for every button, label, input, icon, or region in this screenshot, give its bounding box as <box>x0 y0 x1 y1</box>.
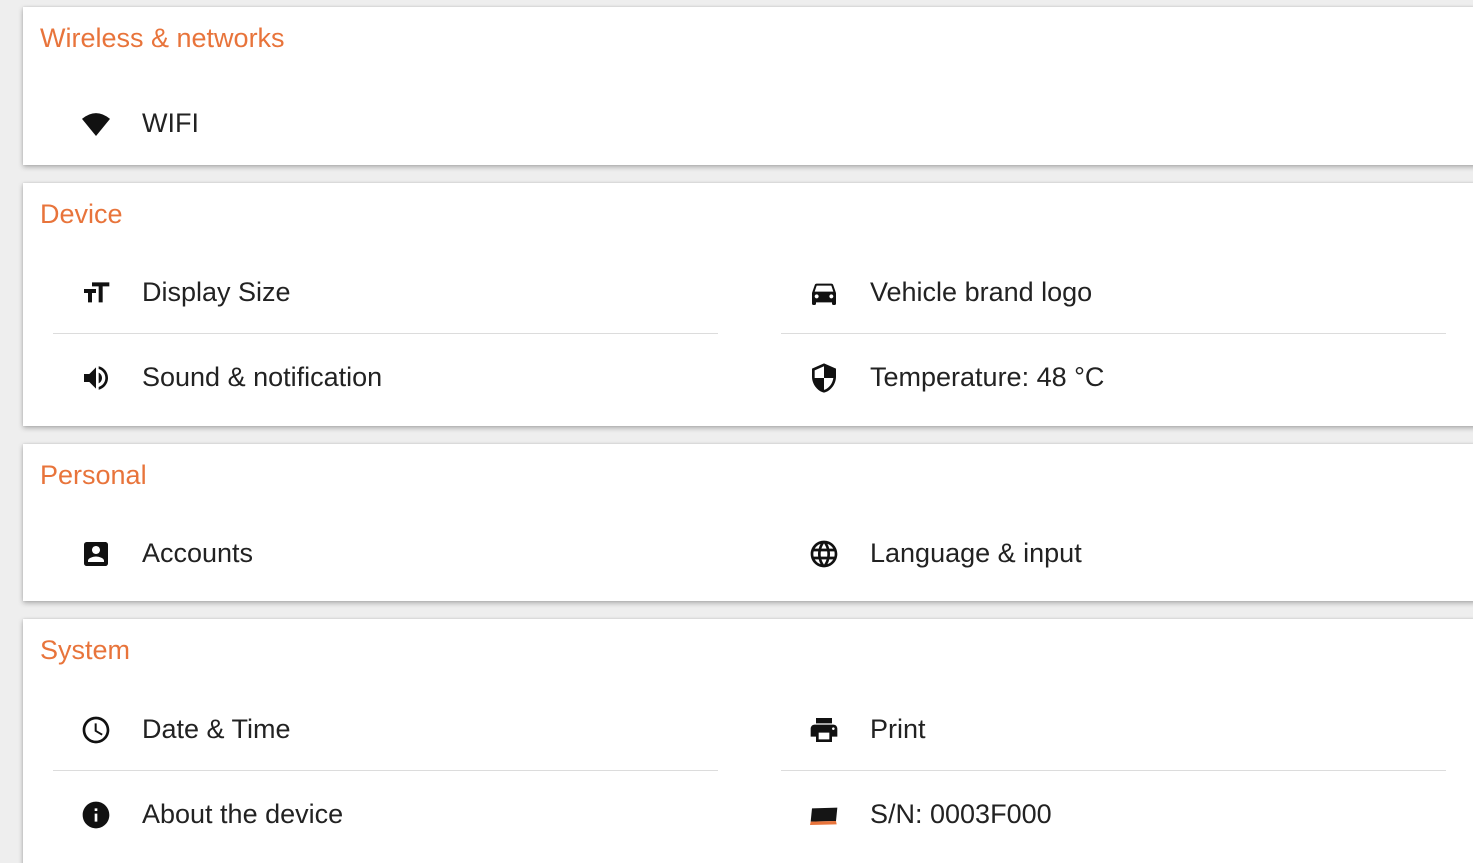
print-setting[interactable]: Print <box>781 687 1446 771</box>
language-input-setting[interactable]: Language & input <box>781 511 1446 595</box>
sound-notification-setting[interactable]: Sound & notification <box>53 335 718 419</box>
account-box-icon <box>80 538 112 570</box>
shield-icon <box>808 362 840 394</box>
about-device-setting[interactable]: About the device <box>53 772 718 856</box>
vehicle-brand-logo-label: Vehicle brand logo <box>870 277 1093 307</box>
device-section-title: Device <box>40 199 123 229</box>
printer-icon <box>808 714 840 746</box>
display-size-label: Display Size <box>142 277 291 307</box>
clock-icon <box>80 714 112 746</box>
display-size-setting[interactable]: Display Size <box>53 250 718 334</box>
language-input-label: Language & input <box>870 538 1082 568</box>
device-icon <box>808 799 840 831</box>
temperature-label: Temperature: 48 °C <box>870 362 1105 392</box>
text-size-icon <box>80 277 112 309</box>
personal-section: Personal Accounts Language & input <box>23 444 1473 601</box>
info-icon <box>80 799 112 831</box>
car-icon <box>808 277 840 309</box>
personal-section-title: Personal <box>40 460 147 490</box>
speaker-icon <box>80 362 112 394</box>
system-section: System Date & Time Print About the devic… <box>23 619 1473 863</box>
serial-number-label: S/N: 0003F000 <box>870 799 1052 829</box>
system-section-title: System <box>40 635 131 665</box>
wifi-setting[interactable]: WIFI <box>53 81 718 165</box>
globe-icon <box>808 538 840 570</box>
wifi-label: WIFI <box>142 108 199 138</box>
accounts-label: Accounts <box>142 538 254 568</box>
about-device-label: About the device <box>142 799 344 829</box>
sound-notification-label: Sound & notification <box>142 362 383 392</box>
wireless-section-title: Wireless & networks <box>40 23 285 53</box>
settings-screen: Wireless & networks WIFI Device Display … <box>0 0 1473 863</box>
temperature-setting[interactable]: Temperature: 48 °C <box>781 335 1446 419</box>
date-time-label: Date & Time <box>142 714 291 744</box>
print-label: Print <box>870 714 926 744</box>
device-section: Device Display Size Vehicle brand logo S… <box>23 183 1473 426</box>
wifi-icon <box>80 108 112 140</box>
vehicle-brand-logo-setting[interactable]: Vehicle brand logo <box>781 250 1446 334</box>
accounts-setting[interactable]: Accounts <box>53 511 718 595</box>
wireless-section: Wireless & networks WIFI <box>23 7 1473 165</box>
date-time-setting[interactable]: Date & Time <box>53 687 718 771</box>
serial-number-setting[interactable]: S/N: 0003F000 <box>781 772 1446 856</box>
